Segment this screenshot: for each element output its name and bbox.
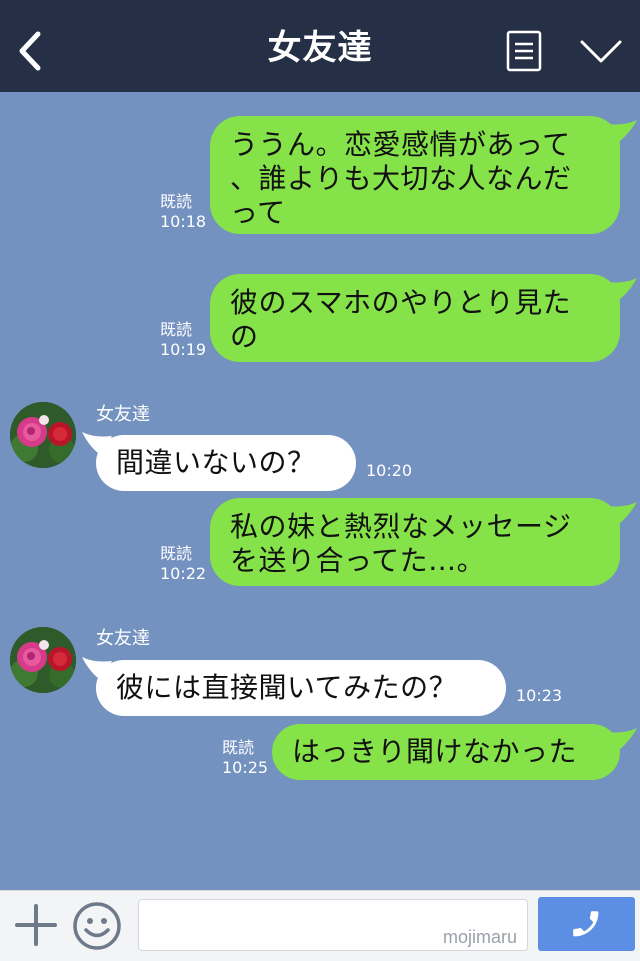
message-line: ううん。恋愛感情があって	[230, 128, 571, 161]
input-bar: mojimaru	[0, 890, 640, 961]
message-line: の	[230, 320, 259, 353]
message-time: 10:20	[366, 461, 413, 480]
bubble-tail	[606, 728, 637, 752]
chat-header: 女友達	[0, 0, 640, 92]
message-line: 、誰よりも大切な人なんだ	[230, 162, 572, 195]
message-line: はっきり聞けなかった	[292, 735, 578, 768]
message-time: 10:22	[160, 564, 207, 583]
read-label: 既読	[222, 738, 255, 757]
menu-list-icon[interactable]	[506, 30, 542, 72]
message-line: 彼のスマホのやりとり見た	[230, 286, 572, 319]
watermark-text: mojimaru	[442, 927, 517, 947]
sender-name: 女友達	[96, 404, 150, 425]
call-button[interactable]	[538, 897, 635, 951]
phone-icon	[573, 911, 599, 937]
read-receipt: 既読 10:18	[160, 192, 206, 232]
message-line: って	[230, 196, 286, 229]
outgoing-message-bubble[interactable]: ううん。恋愛感情があって 、誰よりも大切な人なんだ って	[210, 116, 620, 234]
outgoing-message-bubble[interactable]: 彼のスマホのやりとり見た の	[210, 274, 620, 362]
message-line: 間違いないの？	[116, 446, 316, 479]
message-line: を送り合ってた…。	[230, 544, 486, 577]
rose-avatar-image	[10, 627, 76, 693]
message-input[interactable]: mojimaru	[138, 899, 528, 951]
message-time: 10:25	[222, 758, 269, 777]
contact-avatar[interactable]	[10, 402, 76, 468]
plus-icon[interactable]	[14, 903, 58, 947]
outgoing-message-bubble[interactable]: はっきり聞けなかった	[272, 724, 620, 780]
message-time: 10:18	[160, 212, 207, 231]
message-line: 私の妹と熱烈なメッセージ	[230, 510, 572, 543]
read-receipt: 既読 10:22	[160, 544, 206, 584]
message-line: 彼には直接聞いてみたの？	[116, 671, 458, 704]
chevron-down-icon[interactable]	[579, 36, 623, 66]
message-time: 10:19	[160, 340, 207, 359]
rose-avatar-image	[10, 402, 76, 468]
bubble-tail	[606, 502, 637, 526]
bubble-tail	[606, 278, 637, 302]
bubble-tail	[606, 120, 637, 144]
incoming-message-bubble[interactable]: 彼には直接聞いてみたの？	[96, 660, 506, 716]
read-receipt: 既読 10:19	[160, 320, 206, 360]
incoming-message-bubble[interactable]: 間違いないの？	[96, 435, 356, 491]
read-label: 既読	[160, 544, 193, 563]
read-label: 既読	[160, 320, 193, 339]
chat-title: 女友達	[267, 28, 373, 68]
outgoing-message-bubble[interactable]: 私の妹と熱烈なメッセージ を送り合ってた…。	[210, 498, 620, 586]
sender-name: 女友達	[96, 628, 150, 649]
read-label: 既読	[160, 192, 193, 211]
read-receipt: 既読 10:25	[222, 738, 268, 778]
message-list[interactable]: 既読 10:18 ううん。恋愛感情があって 、誰よりも大切な人なんだ って 既読…	[0, 92, 640, 890]
smiley-icon[interactable]	[72, 901, 122, 951]
message-time: 10:23	[516, 686, 563, 705]
contact-avatar[interactable]	[10, 627, 76, 693]
